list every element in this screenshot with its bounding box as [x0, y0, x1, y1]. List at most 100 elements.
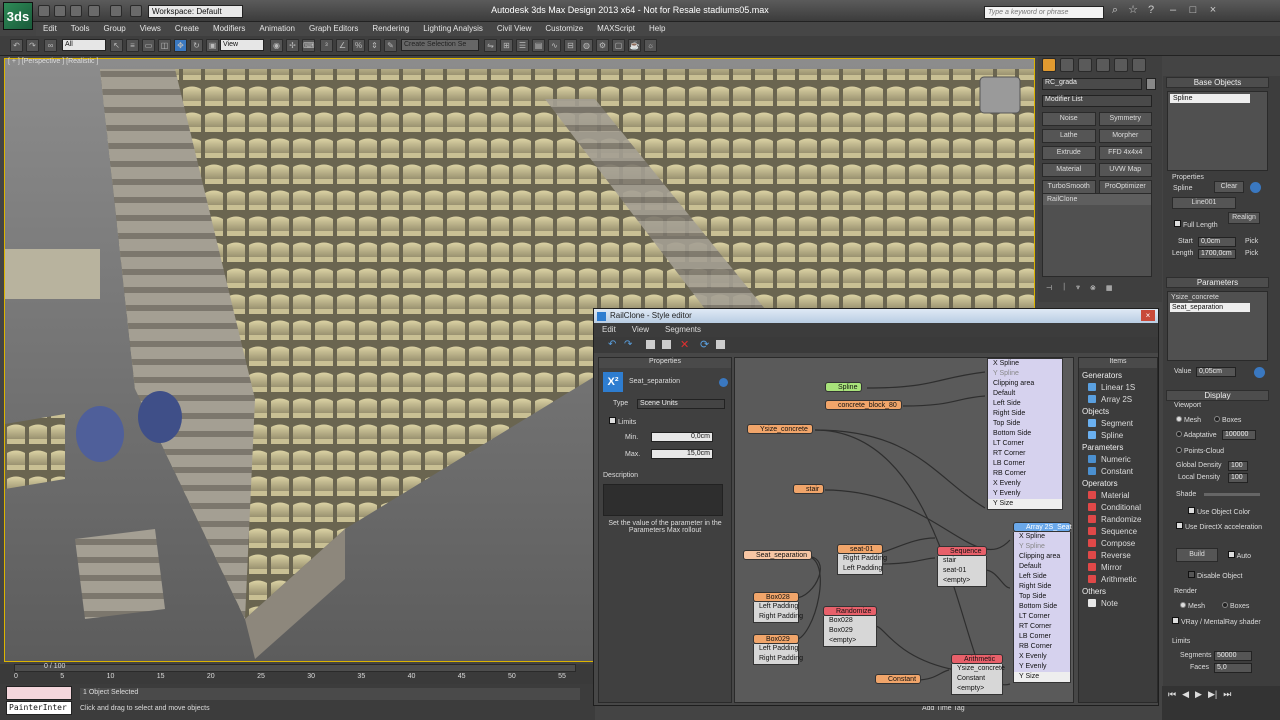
- gen1-bottom-side[interactable]: Bottom Side: [988, 429, 1062, 439]
- schematic-view-icon[interactable]: ⊟: [564, 39, 577, 52]
- node-box029[interactable]: Box029 Left Padding Right Padding: [753, 634, 803, 665]
- gen2-default[interactable]: Default: [1014, 562, 1070, 572]
- node-ysize-concrete[interactable]: Ysize_concrete: [747, 424, 813, 434]
- reference-coordinate-dropdown[interactable]: View: [220, 39, 264, 51]
- help-icon[interactable]: ?: [1144, 4, 1158, 17]
- link-icon[interactable]: ∞: [44, 39, 57, 52]
- node-graph-canvas[interactable]: Spline concrete_block_80 Ysize_concrete …: [734, 357, 1074, 703]
- time-slider-track[interactable]: [14, 664, 576, 672]
- menu-group[interactable]: Group: [96, 22, 132, 36]
- node-array-2s-seat[interactable]: Array 2S_Seat X Spline Y Spline Clipping…: [1013, 522, 1072, 683]
- configure-sets-icon[interactable]: ▦: [1106, 284, 1113, 296]
- se-undo-icon[interactable]: ↶: [608, 339, 616, 350]
- selection-filter-dropdown[interactable]: All: [62, 39, 106, 51]
- save-icon[interactable]: [70, 5, 82, 17]
- gen1-y-size[interactable]: Y Size: [988, 499, 1062, 509]
- keyboard-shortcut-icon[interactable]: ⌨: [302, 39, 315, 52]
- gen2-clipping-area[interactable]: Clipping area: [1014, 552, 1070, 562]
- gen1-lt-corner[interactable]: LT Corner: [988, 439, 1062, 449]
- ffd-button[interactable]: FFD 4x4x4: [1098, 146, 1152, 160]
- viewport-label[interactable]: [ + ] [Perspective ] [Realistic ]: [8, 58, 98, 65]
- full-length-checkbox[interactable]: Full Length: [1174, 220, 1218, 229]
- seat01-left-padding[interactable]: Left Padding: [838, 564, 882, 574]
- item-arithmetic[interactable]: Arithmetic: [1082, 574, 1157, 586]
- clear-button[interactable]: Clear: [1214, 181, 1244, 193]
- param-seat-separation[interactable]: Seat_separation: [1170, 303, 1250, 312]
- gen1-rt-corner[interactable]: RT Corner: [988, 449, 1062, 459]
- morpher-button[interactable]: Morpher: [1098, 129, 1152, 143]
- adaptative-field[interactable]: 100000: [1222, 430, 1256, 440]
- maxscript-listener-pink[interactable]: [6, 686, 72, 700]
- disable-object-checkbox[interactable]: Disable Object: [1188, 571, 1242, 580]
- layer-manager-icon[interactable]: ☰: [516, 39, 529, 52]
- item-sequence[interactable]: Sequence: [1082, 526, 1157, 538]
- object-color-swatch[interactable]: [1146, 78, 1156, 90]
- search-input[interactable]: Type a keyword or phrase: [984, 6, 1104, 19]
- global-density-field[interactable]: 100: [1228, 461, 1248, 471]
- gen2-x-spline[interactable]: X Spline: [1014, 532, 1070, 542]
- open-file-icon[interactable]: [54, 5, 66, 17]
- parameters-rollout[interactable]: Parameters: [1166, 277, 1269, 288]
- points-cloud-radio[interactable]: Points-Cloud: [1176, 447, 1224, 455]
- item-note[interactable]: Note: [1082, 598, 1157, 610]
- gen2-lb-corner[interactable]: LB Corner: [1014, 632, 1070, 642]
- gen2-lt-corner[interactable]: LT Corner: [1014, 612, 1070, 622]
- item-randomize[interactable]: Randomize: [1082, 514, 1157, 526]
- node-arithmetic[interactable]: Arithmetic Ysize_concrete Constant <empt…: [951, 654, 1005, 695]
- gen2-y-size[interactable]: Y Size: [1014, 672, 1070, 682]
- gen2-bottom-side[interactable]: Bottom Side: [1014, 602, 1070, 612]
- item-spline[interactable]: Spline: [1082, 430, 1157, 442]
- se-delete-icon[interactable]: ✕: [680, 338, 689, 351]
- spinner-snap-icon[interactable]: ⇕: [368, 39, 381, 52]
- gen1-y-spline[interactable]: Y Spline: [988, 369, 1062, 379]
- base-object-spline[interactable]: Spline: [1170, 94, 1250, 103]
- arithmetic-input-empty[interactable]: <empty>: [952, 684, 1002, 694]
- create-tab-icon[interactable]: [1042, 58, 1056, 72]
- add-time-tag[interactable]: Add Time Tag: [922, 705, 965, 712]
- pivot-center-icon[interactable]: ◉: [270, 39, 283, 52]
- frame-counter[interactable]: 0 / 100: [44, 663, 65, 670]
- se-menu-edit[interactable]: Edit: [594, 323, 624, 337]
- use-directx-checkbox[interactable]: Use DirectX acceleration: [1176, 522, 1262, 531]
- gen2-x-evenly[interactable]: X Evenly: [1014, 652, 1070, 662]
- align-icon[interactable]: ⊞: [500, 39, 513, 52]
- render-mesh-radio[interactable]: Mesh: [1180, 602, 1205, 610]
- param-name-field[interactable]: Seat_separation: [629, 378, 715, 385]
- se-refresh-icon[interactable]: ⟳: [700, 338, 709, 351]
- randomize-input-box029[interactable]: Box029: [824, 626, 876, 636]
- local-density-field[interactable]: 100: [1228, 473, 1248, 483]
- description-field[interactable]: [603, 484, 723, 516]
- render-boxes-radio[interactable]: Boxes: [1222, 602, 1249, 610]
- gen1-top-side[interactable]: Top Side: [988, 419, 1062, 429]
- close-icon[interactable]: ×: [1206, 4, 1220, 17]
- edit-named-sets-icon[interactable]: ✎: [384, 39, 397, 52]
- item-array-2s[interactable]: Array 2S: [1082, 394, 1157, 406]
- segments-field[interactable]: 50000: [1214, 651, 1252, 661]
- sequence-input-seat[interactable]: seat-01: [938, 566, 986, 576]
- menu-lighting-analysis[interactable]: Lighting Analysis: [416, 22, 490, 36]
- noise-button[interactable]: Noise: [1042, 112, 1096, 126]
- material-editor-icon[interactable]: ◍: [580, 39, 593, 52]
- node-linear-generator[interactable]: X Spline Y Spline Clipping area Default …: [987, 358, 1063, 510]
- material-button[interactable]: Material: [1042, 163, 1096, 177]
- se-settings-icon[interactable]: [716, 340, 725, 349]
- undo-icon[interactable]: [88, 5, 100, 17]
- percent-snap-icon[interactable]: %: [352, 39, 365, 52]
- node-stair[interactable]: stair: [793, 484, 825, 494]
- se-copy-icon[interactable]: [646, 340, 655, 349]
- manipulate-icon[interactable]: ✢: [286, 39, 299, 52]
- shade-slider[interactable]: [1204, 493, 1260, 496]
- node-sequence[interactable]: Sequence stair seat-01 <empty>: [937, 546, 987, 587]
- spline-pick-button[interactable]: Line001: [1172, 197, 1236, 209]
- node-seat-01[interactable]: seat-01 Right Padding Left Padding: [837, 544, 887, 575]
- item-numeric[interactable]: Numeric: [1082, 454, 1157, 466]
- menu-animation[interactable]: Animation: [252, 22, 302, 36]
- gen2-rt-corner[interactable]: RT Corner: [1014, 622, 1070, 632]
- gen1-x-evenly[interactable]: X Evenly: [988, 479, 1062, 489]
- named-selection-set-input[interactable]: Create Selection Se: [401, 39, 479, 51]
- start-field[interactable]: 0,0cm: [1198, 237, 1236, 247]
- item-compose[interactable]: Compose: [1082, 538, 1157, 550]
- gen2-rb-corner[interactable]: RB Corner: [1014, 642, 1070, 652]
- gen2-top-side[interactable]: Top Side: [1014, 592, 1070, 602]
- param-ysize-concrete[interactable]: Ysize_concrete: [1168, 292, 1267, 303]
